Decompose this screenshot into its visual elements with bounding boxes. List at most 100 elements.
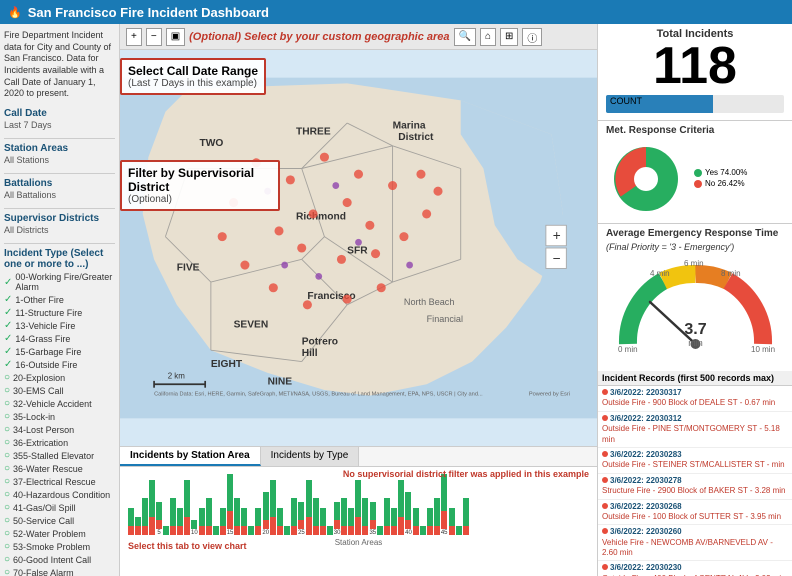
incident-item-52[interactable]: ○52-Water Problem	[4, 527, 115, 540]
record-item[interactable]: 3/6/2022: 22030317Outside Fire - 900 Blo…	[598, 386, 792, 412]
bar-green-35	[370, 502, 376, 520]
select-tool-button[interactable]: ▣	[166, 28, 185, 46]
search-button[interactable]: 🔍	[454, 28, 476, 46]
incident-checkbox-52[interactable]: ○	[4, 528, 10, 539]
bar-group-20: 20	[262, 492, 269, 536]
bar-red-22	[277, 526, 283, 535]
bar-green-15	[227, 474, 233, 511]
bar-red-25	[298, 520, 304, 529]
gauge-title: Average Emergency Response Time	[606, 228, 784, 239]
record-item[interactable]: 3/6/2022: 22030283Outside Fire - STEINER…	[598, 448, 792, 474]
incident-item-30[interactable]: ○30-EMS Call	[4, 384, 115, 397]
bar-green-28	[320, 508, 326, 526]
incident-checkbox-13[interactable]: ✓	[4, 320, 12, 331]
incident-item-14[interactable]: ✓14-Grass Fire	[4, 332, 115, 345]
call-date-value[interactable]: Last 7 Days	[4, 120, 115, 130]
incident-checkbox-11[interactable]: ✓	[4, 307, 12, 318]
record-item[interactable]: 3/6/2022: 22030230Outside Fire - 400 Blo…	[598, 561, 792, 576]
incident-checkbox-41[interactable]: ○	[4, 502, 10, 513]
incident-checkbox-355[interactable]: ○	[4, 450, 10, 461]
zoom-out-button[interactable]: −	[146, 28, 162, 46]
battalions-label: Battalions	[4, 178, 115, 189]
incident-checkbox-36w[interactable]: ○	[4, 463, 10, 474]
bar-red-1	[128, 526, 134, 535]
incident-item-53[interactable]: ○53-Smoke Problem	[4, 540, 115, 553]
incident-checkbox-53[interactable]: ○	[4, 541, 10, 552]
records-section: Incident Records (first 500 records max)…	[598, 371, 792, 576]
incident-item-00[interactable]: ✓00-Working Fire/Greater Alarm	[4, 271, 115, 293]
pie-section: Met. Response Criteria Yes 74.00%	[598, 121, 792, 224]
incident-checkbox-35[interactable]: ○	[4, 411, 10, 422]
incident-item-36[interactable]: ○36-Extrication	[4, 436, 115, 449]
incident-item-41[interactable]: ○41-Gas/Oil Spill	[4, 501, 115, 514]
bar-stack-20	[263, 492, 269, 529]
incident-checkbox-34[interactable]: ○	[4, 424, 10, 435]
bar-stack-30	[334, 502, 340, 529]
record-id: 3/6/2022: 22030283	[610, 450, 682, 459]
bar-group-12	[206, 498, 212, 536]
incident-label-16: 16-Outside Fire	[15, 360, 77, 370]
bar-stack-13	[213, 526, 219, 535]
incident-item-16[interactable]: ✓16-Outside Fire	[4, 358, 115, 371]
record-item[interactable]: 3/6/2022: 22030268Outside Fire - 100 Blo…	[598, 500, 792, 526]
svg-text:District: District	[398, 132, 434, 143]
incident-checkbox-50[interactable]: ○	[4, 515, 10, 526]
svg-text:6 min: 6 min	[684, 259, 704, 268]
incident-checkbox-16[interactable]: ✓	[4, 359, 12, 370]
incident-item-10[interactable]: ✓1-Other Fire	[4, 293, 115, 306]
incident-item-20[interactable]: ○20-Explosion	[4, 371, 115, 384]
station-areas-value[interactable]: All Stations	[4, 155, 115, 165]
bar-stack-10	[191, 520, 197, 529]
incident-checkbox-10[interactable]: ✓	[4, 294, 12, 305]
incident-checkbox-15[interactable]: ✓	[4, 346, 12, 357]
incident-item-11[interactable]: ✓11-Structure Fire	[4, 306, 115, 319]
incident-item-40[interactable]: ○40-Hazardous Condition	[4, 488, 115, 501]
bar-stack-4	[149, 480, 155, 535]
incident-item-34[interactable]: ○34-Lost Person	[4, 423, 115, 436]
battalions-value[interactable]: All Battalions	[4, 190, 115, 200]
record-item[interactable]: 3/6/2022: 22030260Vehicle Fire - NEWCOMB…	[598, 525, 792, 561]
record-item[interactable]: 3/6/2022: 22030278Structure Fire - 2900 …	[598, 474, 792, 500]
incident-checkbox-36[interactable]: ○	[4, 437, 10, 448]
bar-stack-25	[298, 502, 304, 529]
bar-red-46	[449, 526, 455, 535]
bar-red-26	[306, 517, 312, 535]
incident-checkbox-70[interactable]: ○	[4, 567, 10, 576]
bar-group-40: 40	[405, 492, 412, 536]
incident-item-355[interactable]: ○355-Stalled Elevator	[4, 449, 115, 462]
incident-item-50[interactable]: ○50-Service Call	[4, 514, 115, 527]
svg-text:+: +	[553, 228, 561, 243]
pie-section-title: Met. Response Criteria	[606, 125, 784, 136]
incident-label-00: 00-Working Fire/Greater Alarm	[15, 272, 115, 292]
incident-checkbox-00[interactable]: ✓	[4, 277, 12, 288]
zoom-in-button[interactable]: +	[126, 28, 142, 46]
info-button[interactable]: ⓘ	[522, 28, 542, 46]
incident-item-70[interactable]: ○70-False Alarm	[4, 566, 115, 576]
filter-district-annotation: Filter by Supervisorial District (Option…	[120, 160, 280, 211]
incident-checkbox-32[interactable]: ○	[4, 398, 10, 409]
svg-text:TWO: TWO	[200, 138, 224, 149]
incident-item-36w[interactable]: ○36-Water Rescue	[4, 462, 115, 475]
map-container[interactable]: TWO THREE Marina District FIVE Richmond …	[120, 50, 597, 446]
incident-item-60[interactable]: ○60-Good Intent Call	[4, 553, 115, 566]
tab-incidents-by-station[interactable]: Incidents by Station Area	[120, 447, 261, 466]
incident-checkbox-60[interactable]: ○	[4, 554, 10, 565]
bar-stack-7	[170, 498, 176, 535]
incident-checkbox-37[interactable]: ○	[4, 476, 10, 487]
incident-item-13[interactable]: ✓13-Vehicle Fire	[4, 319, 115, 332]
incident-checkbox-20[interactable]: ○	[4, 372, 10, 383]
home-button[interactable]: ⌂	[480, 28, 496, 46]
incident-item-37[interactable]: ○37-Electrical Rescue	[4, 475, 115, 488]
incident-checkbox-14[interactable]: ✓	[4, 333, 12, 344]
layers-button[interactable]: ⊞	[500, 28, 518, 46]
supervisor-districts-section: Supervisor Districts All Districts	[4, 213, 115, 235]
incident-checkbox-40[interactable]: ○	[4, 489, 10, 500]
bar-stack-42	[420, 526, 426, 535]
supervisor-districts-value[interactable]: All Districts	[4, 225, 115, 235]
incident-checkbox-30[interactable]: ○	[4, 385, 10, 396]
incident-item-32[interactable]: ○32-Vehicle Accident	[4, 397, 115, 410]
incident-item-35[interactable]: ○35-Lock-in	[4, 410, 115, 423]
incident-item-15[interactable]: ✓15-Garbage Fire	[4, 345, 115, 358]
tab-incidents-by-type[interactable]: Incidents by Type	[261, 447, 360, 466]
record-item[interactable]: 3/6/2022: 22030312Outside Fire - PINE ST…	[598, 412, 792, 448]
